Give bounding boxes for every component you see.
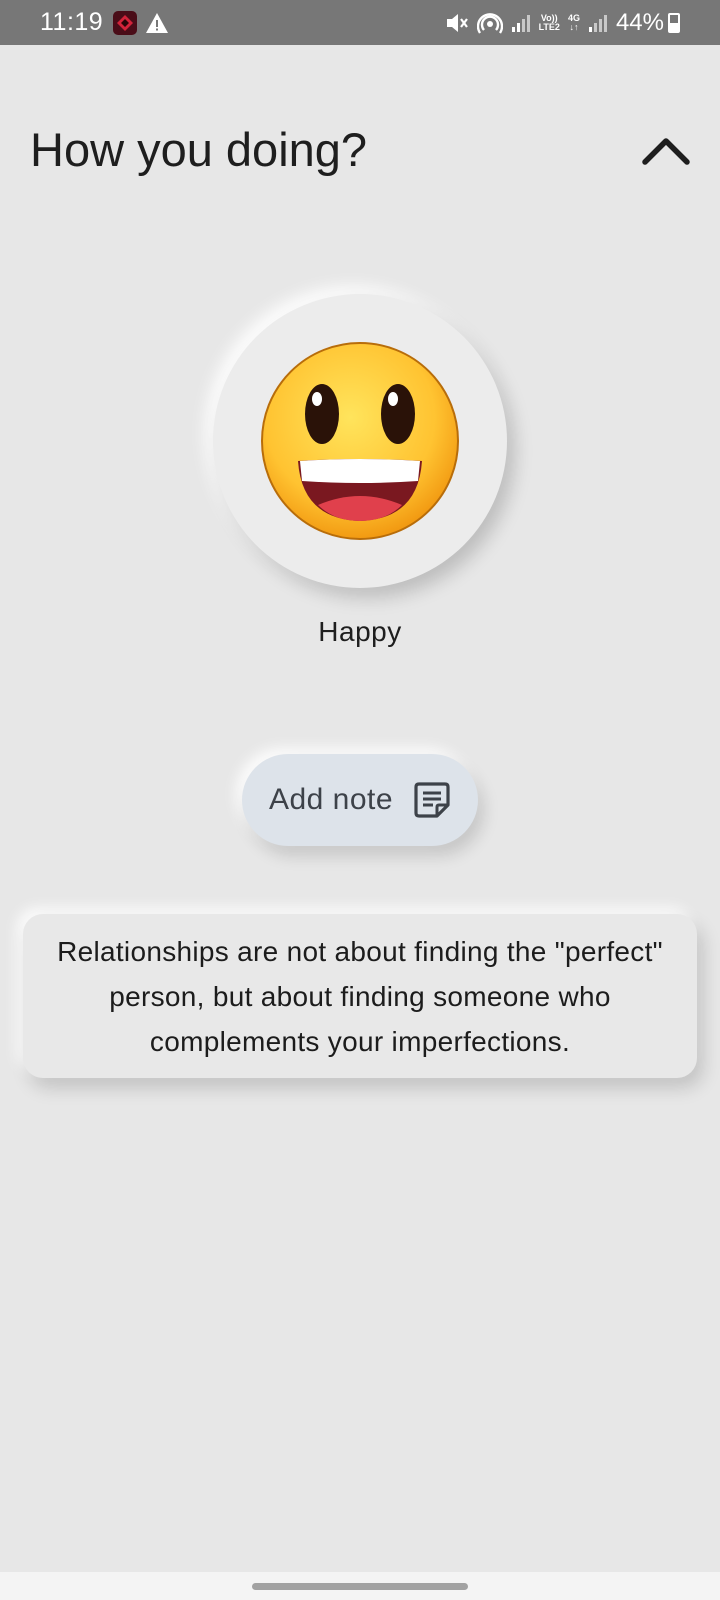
home-handle[interactable]: [252, 1582, 468, 1590]
hotspot-icon: [476, 11, 503, 35]
signal-icon: [511, 13, 531, 33]
grinning-face-emoji-icon: [261, 342, 459, 540]
navigation-bar: [0, 1572, 720, 1600]
quote-text: Relationships are not about finding the …: [57, 935, 663, 1057]
battery-level-fill: [670, 23, 678, 31]
note-icon: [414, 782, 450, 818]
mood-selector[interactable]: [213, 294, 507, 588]
status-bar: 11:19 Vo)) LTE2 4G ↓↑ 44%: [0, 0, 720, 45]
add-note-label: Add note: [268, 783, 394, 816]
battery-icon: [668, 12, 680, 33]
collapse-button[interactable]: [636, 124, 696, 176]
quote-card: Relationships are not about finding the …: [23, 914, 697, 1078]
network-type-indicator: 4G ↓↑: [568, 13, 580, 32]
add-note-button[interactable]: Add note: [242, 754, 478, 846]
chevron-up-icon: [642, 138, 690, 165]
data-arrows-icon: ↓↑: [569, 21, 579, 32]
app-notification-icon: [113, 10, 138, 35]
status-time: 11:19: [40, 8, 104, 36]
status-left: 11:19: [40, 8, 169, 37]
page-title: How you doing?: [30, 123, 368, 176]
mood-screen: 11:19 Vo)) LTE2 4G ↓↑ 44% How you doing?…: [0, 0, 720, 1600]
signal-icon-2: [588, 13, 608, 33]
battery-percent: 44%: [615, 8, 664, 36]
volte-indicator: Vo)) LTE2: [538, 13, 560, 32]
volte-label-bottom: LTE2: [538, 21, 560, 32]
warning-icon: [146, 12, 169, 33]
status-right: Vo)) LTE2 4G ↓↑ 44%: [437, 9, 680, 37]
mute-icon: [445, 12, 469, 34]
mood-label: Happy: [318, 616, 402, 647]
